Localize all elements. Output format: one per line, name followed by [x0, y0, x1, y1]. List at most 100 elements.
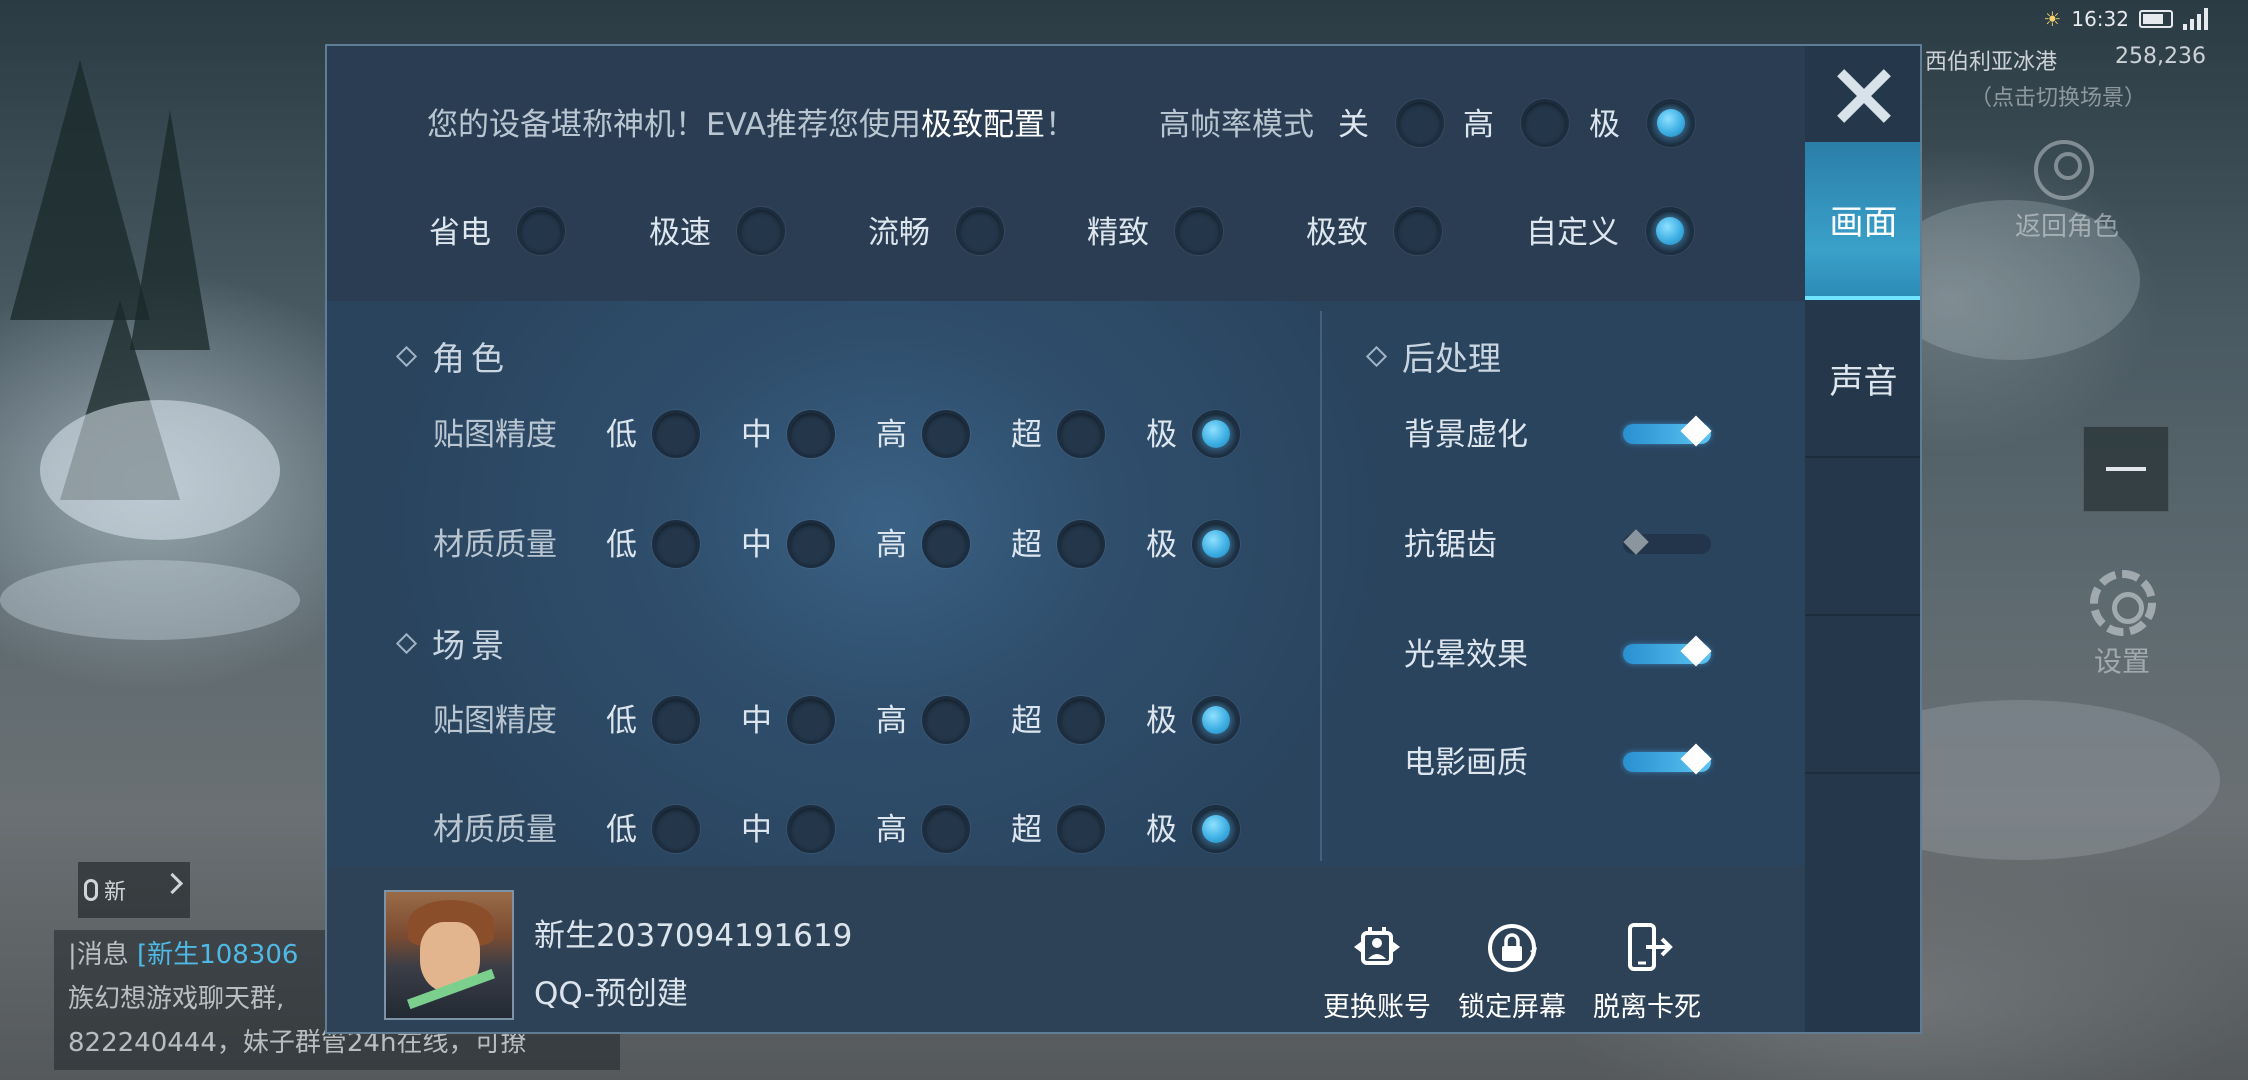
cinematic-label: 电影画质	[1404, 745, 1528, 781]
level-label: 中	[741, 812, 772, 848]
chevron-right-icon	[161, 872, 184, 895]
switch-scene-hint[interactable]: （点击切换场景）	[1970, 80, 2146, 112]
hfr-off-radio[interactable]	[1396, 99, 1444, 147]
section-character: 角色	[395, 332, 510, 380]
hfr-high-label: 高	[1463, 107, 1494, 143]
bloom-toggle[interactable]	[1623, 635, 1713, 668]
diamond-icon	[1365, 345, 1388, 367]
preset-smooth-radio[interactable]	[956, 207, 1004, 255]
chat-sender[interactable]: [新生108306	[137, 940, 298, 970]
close-button[interactable]	[1805, 46, 1920, 142]
hfr-off-label: 关	[1338, 107, 1369, 143]
level-label: 高	[876, 703, 907, 739]
exit-phone-icon	[1620, 921, 1674, 975]
scene-texture-mid-radio[interactable]	[787, 696, 835, 744]
level-label: 高	[876, 812, 907, 848]
char-material-low-radio[interactable]	[652, 520, 700, 568]
preset-fine-radio[interactable]	[1175, 207, 1223, 255]
level-label: 低	[606, 703, 637, 739]
cinematic-toggle[interactable]	[1623, 743, 1713, 776]
escape-stuck-button[interactable]: 脱离卡死	[1592, 921, 1702, 1024]
hfr-max-radio[interactable]	[1647, 99, 1695, 147]
tab-empty-1	[1805, 458, 1920, 616]
settings-label[interactable]: 设置	[2094, 640, 2150, 680]
return-role-icon[interactable]	[2034, 140, 2094, 200]
hfr-max-label: 极	[1589, 107, 1620, 143]
return-role-label[interactable]: 返回角色	[2015, 206, 2119, 243]
level-label: 中	[741, 527, 772, 563]
char-texture-low-radio[interactable]	[652, 410, 700, 458]
hfr-high-radio[interactable]	[1521, 99, 1569, 147]
level-label: 低	[606, 812, 637, 848]
switch-account-button[interactable]: 更换账号	[1322, 921, 1432, 1024]
bloom-label: 光晕效果	[1404, 637, 1528, 673]
char-texture-max-radio[interactable]	[1192, 410, 1240, 458]
preset-fast-radio[interactable]	[737, 207, 785, 255]
level-label: 超	[1011, 527, 1042, 563]
level-label: 中	[741, 417, 772, 453]
char-texture-ultra-radio[interactable]	[1057, 410, 1105, 458]
preset-ultimate-label: 极致	[1306, 215, 1368, 251]
detail-settings-panel	[327, 301, 1805, 866]
preset-custom-radio[interactable]	[1646, 207, 1694, 255]
tab-empty-2	[1805, 616, 1920, 774]
scene-texture-ultra-radio[interactable]	[1057, 696, 1105, 744]
level-label: 超	[1011, 417, 1042, 453]
scene-material-mid-radio[interactable]	[787, 805, 835, 853]
level-label: 超	[1011, 812, 1042, 848]
tab-sound[interactable]: 声音	[1805, 300, 1920, 458]
level-label: 超	[1011, 703, 1042, 739]
gear-icon[interactable]	[2090, 570, 2156, 636]
char-material-max-radio[interactable]	[1192, 520, 1240, 568]
char-material-mid-radio[interactable]	[787, 520, 835, 568]
lock-screen-label: 锁定屏幕	[1458, 992, 1566, 1023]
level-label: 中	[741, 703, 772, 739]
escape-stuck-label: 脱离卡死	[1593, 992, 1701, 1023]
chat-line: |消息 [新生108306	[68, 940, 299, 970]
preset-panel	[327, 46, 1805, 301]
char-material-ultra-radio[interactable]	[1057, 520, 1105, 568]
char-texture-high-radio[interactable]	[922, 410, 970, 458]
bg-blur-label: 背景虚化	[1404, 417, 1528, 453]
battery-icon	[2139, 10, 2173, 28]
scene-texture-label: 贴图精度	[433, 703, 557, 739]
chat-line: 族幻想游戏聊天群,	[68, 984, 285, 1014]
lock-screen-button[interactable]: 锁定屏幕	[1457, 921, 1567, 1024]
recommendation-text: 您的设备堪称神机！EVA推荐您使用极致配置！	[427, 107, 1077, 143]
scene-material-low-radio[interactable]	[652, 805, 700, 853]
anti-aliasing-toggle[interactable]	[1623, 529, 1713, 558]
preset-power-saving-radio[interactable]	[517, 207, 565, 255]
status-bar: ☀ 16:32	[2043, 4, 2208, 34]
scene-material-max-radio[interactable]	[1192, 805, 1240, 853]
microphone-icon	[84, 879, 98, 901]
preset-fine-label: 精致	[1087, 215, 1149, 251]
account-platform: QQ-预创建	[534, 976, 688, 1012]
tab-graphics[interactable]: 画面	[1805, 142, 1920, 300]
divider	[1320, 311, 1322, 861]
preset-ultimate-radio[interactable]	[1394, 207, 1442, 255]
level-label: 极	[1146, 703, 1177, 739]
scene-material-high-radio[interactable]	[922, 805, 970, 853]
char-texture-mid-radio[interactable]	[787, 410, 835, 458]
scene-texture-low-radio[interactable]	[652, 696, 700, 744]
minimize-button[interactable]	[2083, 426, 2169, 512]
preset-power-saving-label: 省电	[429, 215, 491, 251]
scene-texture-high-radio[interactable]	[922, 696, 970, 744]
preset-fast-label: 极速	[649, 215, 711, 251]
clock: 16:32	[2071, 7, 2129, 31]
scene-material-ultra-radio[interactable]	[1057, 805, 1105, 853]
voice-channel-button[interactable]: 新	[78, 862, 190, 918]
level-label: 高	[876, 417, 907, 453]
char-texture-label: 贴图精度	[433, 417, 557, 453]
char-material-label: 材质质量	[433, 527, 557, 563]
signal-icon	[2183, 8, 2208, 30]
level-label: 低	[606, 527, 637, 563]
sun-icon: ☀	[2043, 7, 2062, 31]
diamond-icon	[395, 632, 418, 654]
preset-smooth-label: 流畅	[868, 215, 930, 251]
location-name[interactable]: 西伯利亚冰港	[1925, 44, 2057, 76]
bg-blur-toggle[interactable]	[1623, 415, 1713, 448]
scene-texture-max-radio[interactable]	[1192, 696, 1240, 744]
hfr-label: 高帧率模式	[1159, 107, 1314, 143]
char-material-high-radio[interactable]	[922, 520, 970, 568]
